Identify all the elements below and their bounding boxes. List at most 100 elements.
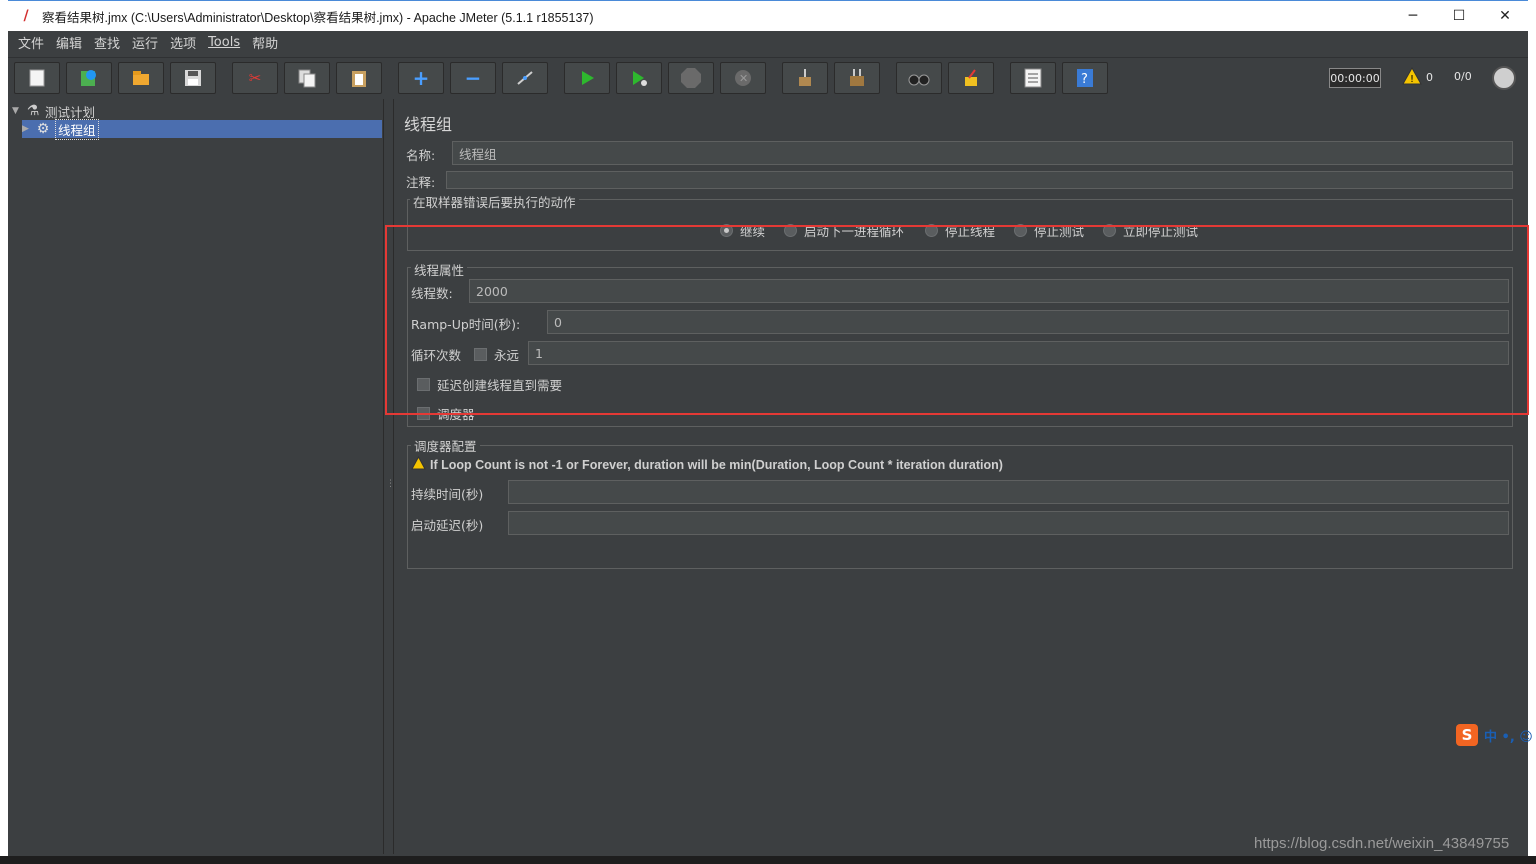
- reset-search-button[interactable]: [948, 62, 994, 94]
- start-no-pause-button[interactable]: [616, 62, 662, 94]
- radio-button[interactable]: [720, 224, 733, 237]
- tree-item-thread-group[interactable]: ▶ ⚙ 线程组: [22, 118, 382, 140]
- minimize-button[interactable]: ─: [1390, 1, 1436, 31]
- menu-edit[interactable]: 编辑: [50, 33, 88, 52]
- scheduler-warning-text: If Loop Count is not -1 or Forever, dura…: [430, 458, 1003, 472]
- plus-icon: +: [412, 66, 430, 90]
- test-plan-icon: ⚗: [26, 103, 40, 119]
- radio-label: 继续: [740, 224, 766, 239]
- paste-icon: [348, 67, 370, 89]
- radio-stop-test[interactable]: 停止测试: [1014, 221, 1084, 240]
- maximize-button[interactable]: ☐: [1436, 1, 1482, 31]
- thread-group-panel: 线程组 名称: 线程组 注释: 在取样器错误后要执行的动作 继续 启动下一进程循…: [394, 99, 1528, 856]
- clear-all-button[interactable]: [834, 62, 880, 94]
- name-field[interactable]: 线程组: [452, 141, 1513, 165]
- menu-help[interactable]: 帮助: [246, 33, 284, 52]
- radio-start-next-loop[interactable]: 启动下一进程循环: [784, 221, 904, 240]
- expand-button[interactable]: +: [398, 62, 444, 94]
- name-label: 名称:: [406, 148, 436, 163]
- stop-button[interactable]: [668, 62, 714, 94]
- tree-expand-icon[interactable]: ▼: [12, 106, 24, 116]
- title-bar: / 察看结果树.jmx (C:\Users\Administrator\Desk…: [8, 0, 1528, 31]
- startup-delay-field[interactable]: [508, 511, 1509, 535]
- tree-collapse-icon[interactable]: ▶: [22, 124, 34, 134]
- split-pane-divider[interactable]: ⋮: [384, 99, 395, 854]
- page-title: 线程组: [404, 115, 453, 134]
- duration-field[interactable]: [508, 480, 1509, 504]
- broom-all-icon: [846, 67, 868, 89]
- scissors-icon: ✂: [248, 69, 262, 87]
- threads-field[interactable]: 2000: [469, 279, 1509, 303]
- taskbar-strip: [0, 856, 1536, 864]
- loop-count-field[interactable]: 1: [528, 341, 1509, 365]
- forever-checkbox[interactable]: 永远: [474, 345, 519, 364]
- delay-thread-creation-checkbox[interactable]: 延迟创建线程直到需要: [417, 375, 562, 394]
- warning-indicator[interactable]: ! 0: [1402, 66, 1433, 88]
- radio-button[interactable]: [784, 224, 797, 237]
- rampup-field[interactable]: 0: [547, 310, 1509, 334]
- svg-text:✕: ✕: [739, 72, 748, 85]
- play-no-timers-icon: [628, 67, 650, 89]
- copy-icon: [296, 67, 318, 89]
- shutdown-button[interactable]: ✕: [720, 62, 766, 94]
- radio-stop-test-now[interactable]: 立即停止测试: [1103, 221, 1198, 240]
- warning-icon: [411, 455, 426, 474]
- radio-continue[interactable]: 继续: [720, 221, 765, 240]
- new-file-icon: [26, 67, 48, 89]
- search-button[interactable]: [896, 62, 942, 94]
- radio-button[interactable]: [1014, 224, 1027, 237]
- close-button[interactable]: ✕: [1482, 1, 1528, 31]
- window-title: 察看结果树.jmx (C:\Users\Administrator\Deskto…: [42, 10, 594, 25]
- comment-field[interactable]: [446, 171, 1513, 189]
- scheduler-warning: If Loop Count is not -1 or Forever, dura…: [411, 455, 1003, 474]
- radio-label: 立即停止测试: [1123, 224, 1199, 239]
- menu-bar: 文件 编辑 查找 运行 选项 Tools 帮助: [8, 31, 1528, 54]
- scheduler-checkbox[interactable]: 调度器: [417, 404, 475, 423]
- svg-text:!: !: [1410, 74, 1414, 85]
- elapsed-timer: 00:00:00: [1329, 68, 1381, 88]
- cut-button[interactable]: ✂: [232, 62, 278, 94]
- remote-status-icon[interactable]: [1492, 66, 1516, 90]
- clear-button[interactable]: [782, 62, 828, 94]
- radio-stop-thread[interactable]: 停止线程: [925, 221, 995, 240]
- paste-button[interactable]: [336, 62, 382, 94]
- checkbox-label: 延迟创建线程直到需要: [437, 378, 563, 393]
- gear-icon: ⚙: [36, 121, 50, 137]
- menu-tools[interactable]: Tools: [202, 35, 246, 50]
- radio-button[interactable]: [1103, 224, 1116, 237]
- new-button[interactable]: [14, 62, 60, 94]
- save-button[interactable]: [170, 62, 216, 94]
- start-button[interactable]: [564, 62, 610, 94]
- help-button[interactable]: ?: [1062, 62, 1108, 94]
- jmeter-window: 文件 编辑 查找 运行 选项 Tools 帮助 ✂ + − ✕ ? 00:00:…: [8, 31, 1528, 856]
- open-folder-icon: [130, 67, 152, 89]
- comment-label: 注释:: [406, 175, 436, 190]
- checkbox-box[interactable]: [417, 378, 430, 391]
- help-icon: ?: [1074, 67, 1096, 89]
- radio-button[interactable]: [925, 224, 938, 237]
- menu-search[interactable]: 查找: [88, 33, 126, 52]
- function-helper-button[interactable]: [1010, 62, 1056, 94]
- menu-options[interactable]: 选项: [164, 33, 202, 52]
- toggle-button[interactable]: [502, 62, 548, 94]
- templates-button[interactable]: [66, 62, 112, 94]
- test-plan-tree: ▼ ⚗ 测试计划 ▶ ⚙ 线程组: [8, 99, 384, 854]
- ime-toolbar[interactable]: S 中 •, ☺: [1456, 723, 1533, 747]
- collapse-button[interactable]: −: [450, 62, 496, 94]
- checkbox-label: 调度器: [437, 407, 475, 422]
- sogou-logo-icon: S: [1456, 724, 1478, 746]
- thread-properties-title: 线程属性: [411, 260, 468, 279]
- threads-label: 线程数:: [411, 286, 453, 301]
- warning-count: 0: [1426, 71, 1433, 84]
- menu-run[interactable]: 运行: [126, 33, 164, 52]
- open-button[interactable]: [118, 62, 164, 94]
- copy-button[interactable]: [284, 62, 330, 94]
- active-threads-count: 0/0: [1454, 70, 1472, 83]
- jmeter-feather-icon: /: [23, 8, 29, 24]
- warning-icon: !: [1402, 66, 1422, 88]
- checkbox-box[interactable]: [417, 407, 430, 420]
- menu-file[interactable]: 文件: [12, 33, 50, 52]
- tree-item-test-plan[interactable]: ▼ ⚗ 测试计划: [12, 102, 95, 120]
- checkbox-box[interactable]: [474, 348, 487, 361]
- scheduler-title: 调度器配置: [411, 436, 480, 455]
